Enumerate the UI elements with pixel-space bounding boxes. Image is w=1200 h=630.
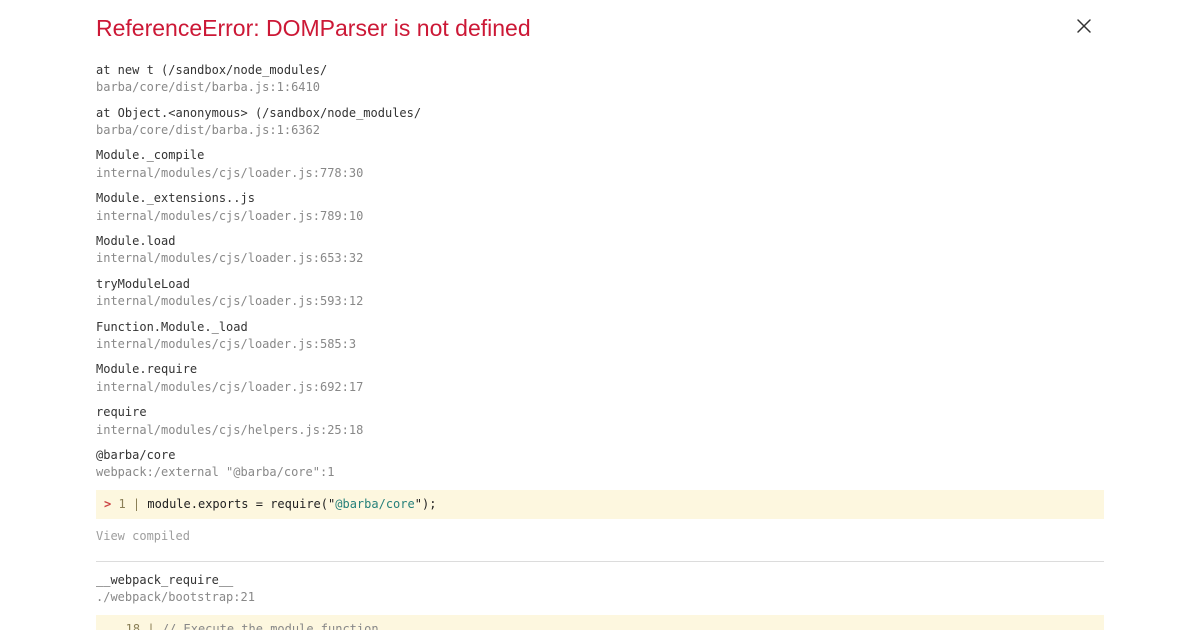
stack-frame-location: internal/modules/cjs/loader.js:789:10: [96, 208, 1104, 225]
stack-frame: tryModuleLoadinternal/modules/cjs/loader…: [96, 276, 1104, 311]
stack-frame-location: internal/modules/cjs/helpers.js:25:18: [96, 422, 1104, 439]
stack-frame-function: @barba/core: [96, 447, 1104, 464]
stack-frame-location: internal/modules/cjs/loader.js:653:32: [96, 250, 1104, 267]
stack-frame-function: at Object.<anonymous> (/sandbox/node_mod…: [96, 105, 1104, 122]
view-compiled-link[interactable]: View compiled: [96, 529, 190, 543]
stack-frame-function: Function.Module._load: [96, 319, 1104, 336]
stack-frame-location: webpack:/external "@barba/core":1: [96, 464, 1104, 481]
stack-frame-function: require: [96, 404, 1104, 421]
stack-frame: Module.loadinternal/modules/cjs/loader.j…: [96, 233, 1104, 268]
stack-frame: requireinternal/modules/cjs/helpers.js:2…: [96, 404, 1104, 439]
stack-frame: Module.requireinternal/modules/cjs/loade…: [96, 361, 1104, 396]
code-line: 18 | // Execute the module function: [104, 621, 1096, 630]
stack-frame-location: barba/core/dist/barba.js:1:6362: [96, 122, 1104, 139]
stack-frame-function: at new t (/sandbox/node_modules/: [96, 62, 1104, 79]
stack-frame: Module._compileinternal/modules/cjs/load…: [96, 147, 1104, 182]
divider: [96, 561, 1104, 562]
close-button[interactable]: [1076, 18, 1094, 36]
stack-frame-location: barba/core/dist/barba.js:1:6410: [96, 79, 1104, 96]
stack-frame: __webpack_require__ ./webpack/bootstrap:…: [96, 572, 1104, 607]
stack-frame-location: internal/modules/cjs/loader.js:593:12: [96, 293, 1104, 310]
code-snippet-2: 18 | // Execute the module function 19 |…: [96, 615, 1104, 630]
stack-frame-function: __webpack_require__: [96, 572, 1104, 589]
stack-frame: @barba/corewebpack:/external "@barba/cor…: [96, 447, 1104, 482]
stack-frame: Module._extensions..jsinternal/modules/c…: [96, 190, 1104, 225]
stack-frame: at new t (/sandbox/node_modules/barba/co…: [96, 62, 1104, 97]
stack-frame: at Object.<anonymous> (/sandbox/node_mod…: [96, 105, 1104, 140]
stack-frame-location: internal/modules/cjs/loader.js:778:30: [96, 165, 1104, 182]
stack-frame-function: Module.load: [96, 233, 1104, 250]
error-title: ReferenceError: DOMParser is not defined: [96, 14, 1104, 44]
stack-frame-location: ./webpack/bootstrap:21: [96, 589, 1104, 606]
stack-frame-location: internal/modules/cjs/loader.js:585:3: [96, 336, 1104, 353]
stack-frame-function: Module.require: [96, 361, 1104, 378]
close-icon: [1076, 18, 1094, 34]
stack-frame-location: internal/modules/cjs/loader.js:692:17: [96, 379, 1104, 396]
code-snippet-1: > 1 | module.exports = require("@barba/c…: [96, 490, 1104, 519]
stack-frame: Function.Module._loadinternal/modules/cj…: [96, 319, 1104, 354]
stack-frame-function: Module._compile: [96, 147, 1104, 164]
stack-frame-function: Module._extensions..js: [96, 190, 1104, 207]
stack-frame-function: tryModuleLoad: [96, 276, 1104, 293]
